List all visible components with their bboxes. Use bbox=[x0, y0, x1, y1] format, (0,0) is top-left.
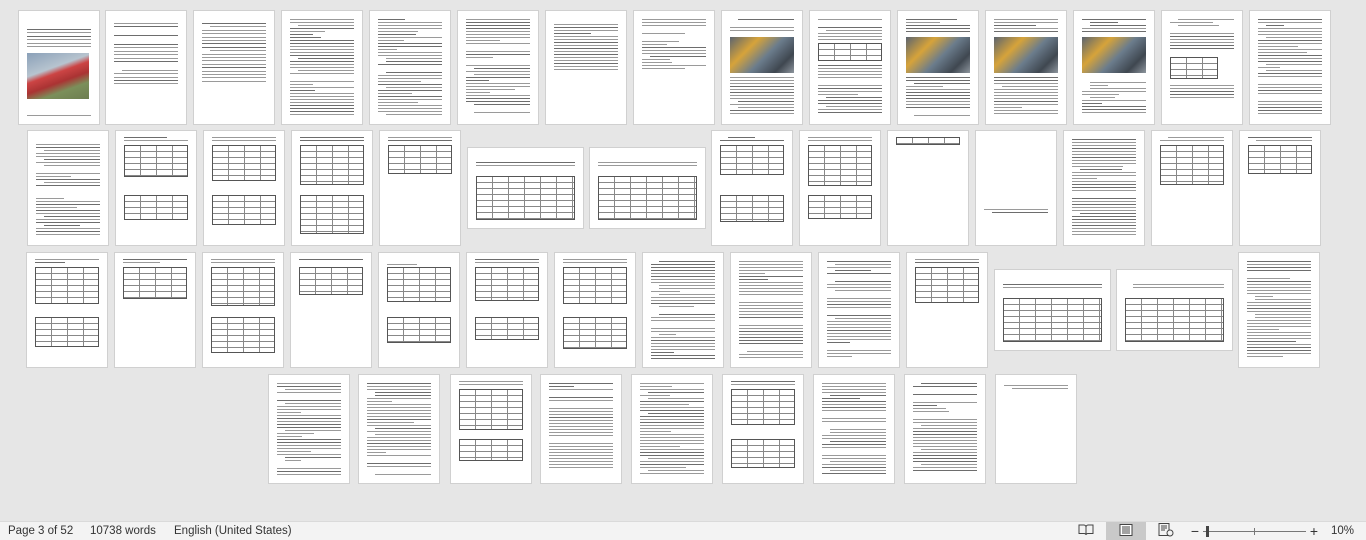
language-indicator[interactable]: English (United States) bbox=[174, 525, 292, 537]
page-thumbnail[interactable] bbox=[905, 375, 985, 483]
page-thumbnail[interactable] bbox=[1162, 11, 1242, 124]
page-thumbnail[interactable] bbox=[451, 375, 531, 483]
page-thumbnail[interactable] bbox=[1074, 11, 1154, 124]
page-thumbnail[interactable] bbox=[1117, 270, 1232, 350]
zoom-in-button[interactable]: + bbox=[1307, 522, 1321, 540]
page-thumbnail[interactable] bbox=[203, 253, 283, 367]
page-thumbnail[interactable] bbox=[634, 11, 714, 124]
page-thumbnail[interactable] bbox=[467, 253, 547, 367]
zoom-center-mark bbox=[1254, 528, 1255, 535]
page-thumbnail[interactable] bbox=[468, 148, 583, 228]
page-thumbnail[interactable] bbox=[458, 11, 538, 124]
page-thumbnail[interactable] bbox=[632, 375, 712, 483]
page-thumbnail[interactable] bbox=[370, 11, 450, 124]
word-count[interactable]: 10738 words bbox=[90, 525, 156, 537]
page-thumbnail[interactable] bbox=[1064, 131, 1144, 245]
zoom-slider-thumb[interactable] bbox=[1206, 526, 1209, 537]
web-layout-button[interactable] bbox=[1154, 522, 1178, 540]
page-thumbnail[interactable] bbox=[996, 375, 1076, 483]
page-thumbnail[interactable] bbox=[1152, 131, 1232, 245]
page-thumbnail[interactable] bbox=[379, 253, 459, 367]
page-thumbnail[interactable] bbox=[116, 131, 196, 245]
page-thumbnail[interactable] bbox=[1239, 253, 1319, 367]
page-thumbnail[interactable] bbox=[712, 131, 792, 245]
page-thumbnail[interactable] bbox=[1250, 11, 1330, 124]
web-layout-icon bbox=[1158, 522, 1174, 540]
page-thumbnail[interactable] bbox=[986, 11, 1066, 124]
page-thumbnail[interactable] bbox=[1240, 131, 1320, 245]
page-thumbnail[interactable] bbox=[814, 375, 894, 483]
page-thumbnail[interactable] bbox=[380, 131, 460, 245]
page-thumbnail[interactable] bbox=[269, 375, 349, 483]
page-thumbnail[interactable] bbox=[292, 131, 372, 245]
page-thumbnail[interactable] bbox=[115, 253, 195, 367]
page-thumbnail[interactable] bbox=[546, 11, 626, 124]
page-thumbnail[interactable] bbox=[541, 375, 621, 483]
page-thumbnail[interactable] bbox=[810, 11, 890, 124]
plus-icon: + bbox=[1309, 523, 1319, 539]
status-bar: Page 3 of 52 10738 words English (United… bbox=[0, 521, 1366, 540]
page-thumbnail[interactable] bbox=[291, 253, 371, 367]
zoom-out-button[interactable]: − bbox=[1188, 522, 1202, 540]
page-indicator[interactable]: Page 3 of 52 bbox=[8, 525, 73, 537]
page-thumbnail[interactable] bbox=[106, 11, 186, 124]
page-thumbnail[interactable] bbox=[555, 253, 635, 367]
read-mode-button[interactable] bbox=[1074, 522, 1098, 540]
book-icon bbox=[1078, 524, 1094, 539]
minus-icon: − bbox=[1190, 523, 1200, 539]
page-thumbnail[interactable] bbox=[898, 11, 978, 124]
page-thumbnail[interactable] bbox=[888, 131, 968, 245]
page-thumbnail[interactable] bbox=[359, 375, 439, 483]
page-thumbnail[interactable] bbox=[731, 253, 811, 367]
zoom-level[interactable]: 10% bbox=[1331, 525, 1354, 537]
page-thumbnail[interactable] bbox=[819, 253, 899, 367]
page-thumbnail[interactable] bbox=[27, 253, 107, 367]
page-thumbnail[interactable] bbox=[590, 148, 705, 228]
page-thumbnail[interactable] bbox=[643, 253, 723, 367]
print-layout-button[interactable] bbox=[1106, 522, 1146, 540]
page-thumbnail[interactable] bbox=[204, 131, 284, 245]
page-thumbnail[interactable] bbox=[722, 11, 802, 124]
page-thumbnail[interactable] bbox=[800, 131, 880, 245]
page-thumbnail[interactable] bbox=[28, 131, 108, 245]
multi-page-view[interactable] bbox=[0, 0, 1366, 521]
page-thumbnail[interactable] bbox=[995, 270, 1110, 350]
page-thumbnail[interactable] bbox=[907, 253, 987, 367]
page-thumbnail[interactable] bbox=[19, 11, 99, 124]
page-thumbnail[interactable] bbox=[723, 375, 803, 483]
page-layout-icon bbox=[1119, 523, 1133, 539]
page-thumbnail[interactable] bbox=[282, 11, 362, 124]
page-thumbnail[interactable] bbox=[194, 11, 274, 124]
page-thumbnail[interactable] bbox=[976, 131, 1056, 245]
